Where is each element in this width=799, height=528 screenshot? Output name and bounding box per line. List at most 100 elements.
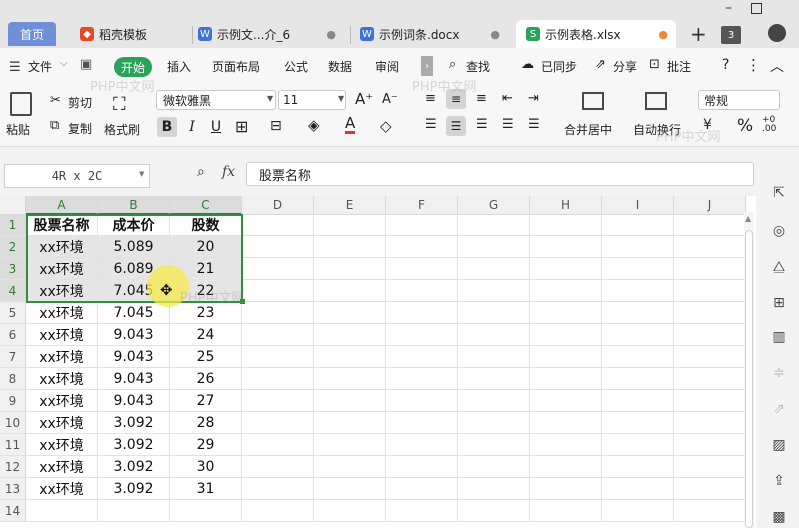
sliders-icon[interactable]: ≑	[770, 364, 788, 382]
column-header-h[interactable]: H	[530, 196, 602, 215]
cell-h13[interactable]	[530, 478, 602, 500]
row-header[interactable]: 5	[0, 302, 26, 324]
cell-a3[interactable]: xx环境	[26, 258, 98, 280]
cell-c1[interactable]: 股数	[170, 214, 242, 236]
cell-f4[interactable]	[386, 280, 458, 302]
cell-j5[interactable]	[674, 302, 746, 324]
export-icon[interactable]: ⇗	[770, 400, 788, 418]
cell-d5[interactable]	[242, 302, 314, 324]
cell-j2[interactable]	[674, 236, 746, 258]
cell-c10[interactable]: 28	[170, 412, 242, 434]
align-right-icon[interactable]: ☰	[476, 117, 488, 132]
row-header[interactable]: 13	[0, 478, 26, 500]
more-icon[interactable]: ⋮	[746, 56, 761, 74]
zoom-icon[interactable]: ⌕	[197, 164, 205, 180]
column-header-g[interactable]: G	[458, 196, 530, 215]
cell-h4[interactable]	[530, 280, 602, 302]
cell-d3[interactable]	[242, 258, 314, 280]
scissors-icon[interactable]: ✂	[50, 93, 61, 108]
cell-c6[interactable]: 24	[170, 324, 242, 346]
cell-i14[interactable]	[602, 500, 674, 522]
cell-f6[interactable]	[386, 324, 458, 346]
cell-e6[interactable]	[314, 324, 386, 346]
cell-a4[interactable]: xx环境	[26, 280, 98, 302]
share-icon[interactable]: ⇗	[595, 57, 606, 72]
menu-scroll-right-icon[interactable]: ›	[421, 56, 433, 76]
fx-icon[interactable]: fx	[222, 164, 235, 180]
cell-f13[interactable]	[386, 478, 458, 500]
chevron-down-icon[interactable]: ▼	[267, 94, 273, 103]
bold-button[interactable]: B	[157, 117, 177, 137]
menu-file[interactable]: 文件	[28, 58, 52, 75]
cell-d1[interactable]	[242, 214, 314, 236]
column-header-b[interactable]: B	[98, 196, 170, 215]
cell-g3[interactable]	[458, 258, 530, 280]
font-color-button[interactable]: A	[345, 115, 356, 134]
align-left-icon[interactable]: ☰	[425, 117, 437, 132]
cell-g2[interactable]	[458, 236, 530, 258]
avatar[interactable]	[768, 24, 786, 42]
cell-i13[interactable]	[602, 478, 674, 500]
annotate-button[interactable]: 批注	[667, 58, 691, 75]
cell-d8[interactable]	[242, 368, 314, 390]
image-icon[interactable]: ▨	[770, 436, 788, 454]
cell-h14[interactable]	[530, 500, 602, 522]
cell-j8[interactable]	[674, 368, 746, 390]
row-header[interactable]: 14	[0, 500, 26, 522]
share-button[interactable]: 分享	[613, 58, 637, 75]
cell-f7[interactable]	[386, 346, 458, 368]
cell-i7[interactable]	[602, 346, 674, 368]
cell-a6[interactable]: xx环境	[26, 324, 98, 346]
cell-b6[interactable]: 9.043	[98, 324, 170, 346]
cell-j7[interactable]	[674, 346, 746, 368]
row-header[interactable]: 10	[0, 412, 26, 434]
select-all-corner[interactable]	[0, 196, 26, 215]
chevron-down-icon[interactable]: ▼	[139, 170, 144, 178]
name-box[interactable]: 4R x 2C	[4, 164, 150, 188]
cell-d9[interactable]	[242, 390, 314, 412]
paste-icon[interactable]	[10, 92, 32, 116]
cell-b7[interactable]: 9.043	[98, 346, 170, 368]
menu-insert[interactable]: 插入	[167, 58, 191, 75]
tab-sheet-active[interactable]: S 示例表格.xlsx ●	[516, 20, 676, 48]
wrap-text-icon[interactable]	[645, 92, 667, 110]
cell-a8[interactable]: xx环境	[26, 368, 98, 390]
fill-bucket-icon[interactable]: ⧋	[770, 258, 788, 276]
tab-home[interactable]: 首页	[8, 22, 56, 46]
picture-icon[interactable]: ▩	[770, 508, 788, 526]
fill-color-icon[interactable]: ◈	[308, 116, 320, 134]
cell-c13[interactable]: 31	[170, 478, 242, 500]
column-header-e[interactable]: E	[314, 196, 386, 215]
cell-b9[interactable]: 9.043	[98, 390, 170, 412]
unsaved-dot-icon[interactable]: ●	[490, 28, 500, 41]
cell-i3[interactable]	[602, 258, 674, 280]
cell-i8[interactable]	[602, 368, 674, 390]
cell-i12[interactable]	[602, 456, 674, 478]
cell-j3[interactable]	[674, 258, 746, 280]
cell-i10[interactable]	[602, 412, 674, 434]
unsaved-dot-icon[interactable]: ●	[326, 28, 336, 41]
tab-doc-2[interactable]: W 示例词条.docx ●	[358, 20, 508, 48]
cell-h11[interactable]	[530, 434, 602, 456]
cell-a7[interactable]: xx环境	[26, 346, 98, 368]
cell-f8[interactable]	[386, 368, 458, 390]
cell-e3[interactable]	[314, 258, 386, 280]
cell-e1[interactable]	[314, 214, 386, 236]
row-header[interactable]: 8	[0, 368, 26, 390]
cell-e12[interactable]	[314, 456, 386, 478]
row-header[interactable]: 2	[0, 236, 26, 258]
cell-b10[interactable]: 3.092	[98, 412, 170, 434]
column-header-c[interactable]: C	[170, 196, 242, 215]
chart-icon[interactable]: ▥	[770, 328, 788, 346]
row-header[interactable]: 4	[0, 280, 26, 302]
cell-e8[interactable]	[314, 368, 386, 390]
cell-f11[interactable]	[386, 434, 458, 456]
cell-d7[interactable]	[242, 346, 314, 368]
cell-a2[interactable]: xx环境	[26, 236, 98, 258]
search-button[interactable]: 查找	[466, 58, 490, 75]
cell-g11[interactable]	[458, 434, 530, 456]
align-center-icon[interactable]: ☰	[446, 116, 466, 136]
cell-d12[interactable]	[242, 456, 314, 478]
format-painter-button[interactable]: 格式刷	[104, 121, 140, 138]
help-icon[interactable]: ?	[722, 57, 729, 73]
